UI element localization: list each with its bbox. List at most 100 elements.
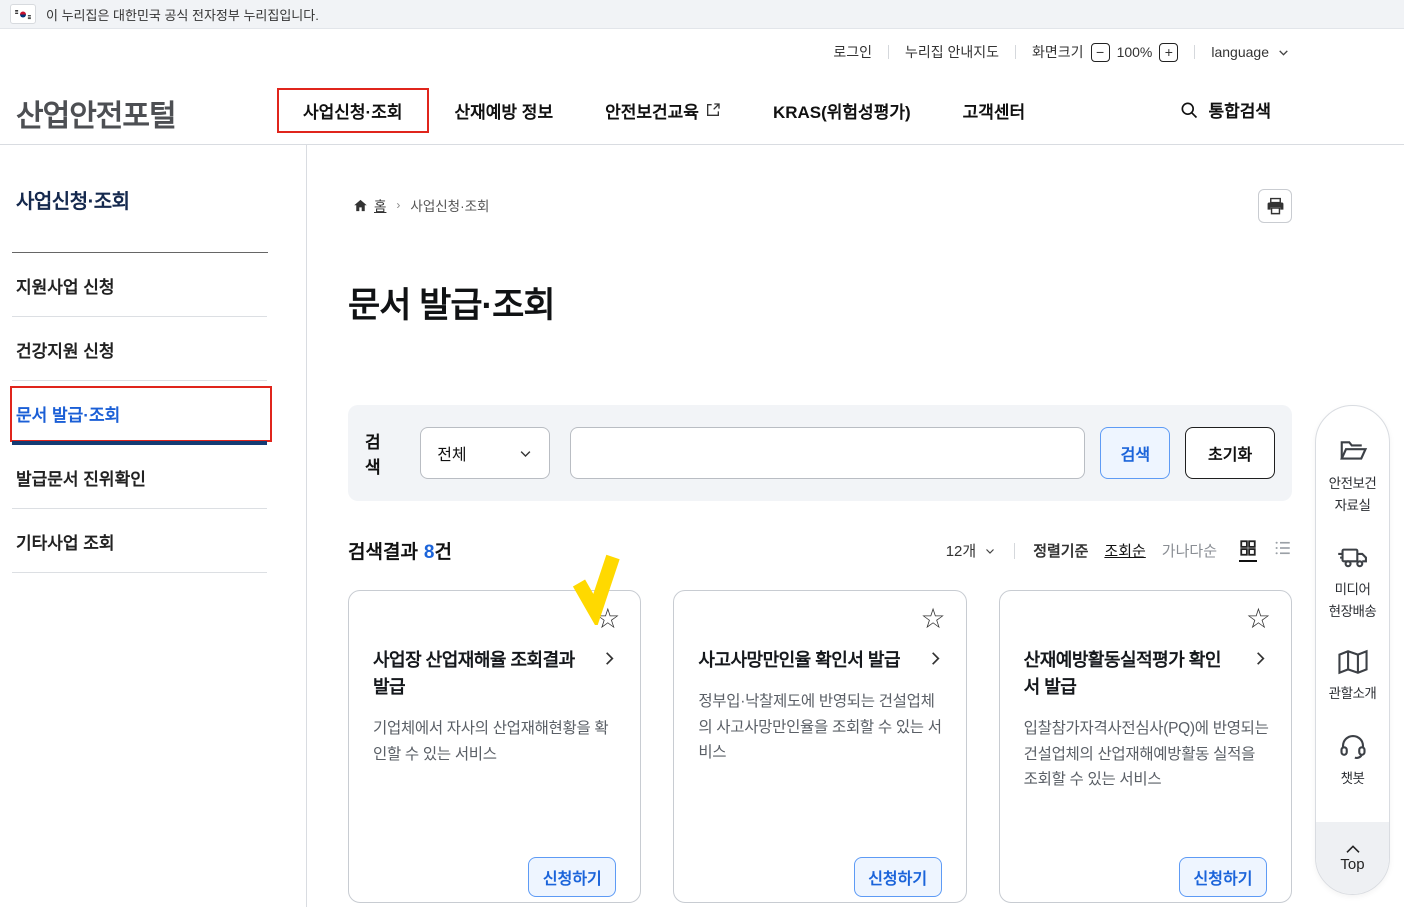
quick-menu-item-jurisdiction[interactable]: 관할소개 bbox=[1329, 648, 1377, 705]
list-view-button[interactable] bbox=[1274, 539, 1292, 562]
search-filter-value: 전체 bbox=[437, 441, 466, 465]
sidebar-item-document-issue[interactable]: 문서 발급·조회 bbox=[0, 381, 306, 445]
nav-safety-education[interactable]: 안전보건교육 bbox=[579, 88, 747, 133]
sidebar-item-other-business[interactable]: 기타사업 조회 bbox=[0, 509, 306, 573]
map-icon bbox=[1337, 648, 1369, 676]
grid-view-button[interactable] bbox=[1239, 539, 1257, 562]
sidebar-item-label: 발급문서 진위확인 bbox=[16, 465, 146, 490]
login-link[interactable]: 로그인 bbox=[817, 42, 888, 62]
card-title-link[interactable]: 산재예방활동실적평가 확인서 발급 bbox=[1024, 647, 1269, 701]
nav-label: 사업신청·조회 bbox=[303, 98, 403, 123]
results-count: 검색결과 8건 bbox=[348, 537, 452, 564]
gov-banner-text: 이 누리집은 대한민국 공식 전자정부 누리집입니다. bbox=[46, 5, 319, 24]
card-accident-rate: ☆ 사업장 산업재해율 조회결과 발급 기업체에서 자사의 산업재해현황을 확인… bbox=[348, 590, 641, 903]
apply-button[interactable]: 신청하기 bbox=[854, 857, 942, 897]
card-description: 정부입·낙찰제도에 반영되는 건설업체의 사고사망만인율을 조회할 수 있는 서… bbox=[698, 689, 943, 766]
printer-icon bbox=[1266, 197, 1285, 216]
search-panel: 검색 전체 검색 초기화 bbox=[348, 405, 1292, 501]
page-title: 문서 발급·조회 bbox=[348, 277, 555, 328]
favorite-star-icon[interactable]: ☆ bbox=[1246, 605, 1271, 633]
screen-size-control: 화면크기 − 100% + bbox=[1016, 42, 1194, 62]
sort-label: 정렬기준 bbox=[1033, 540, 1088, 561]
breadcrumb-current: 사업신청·조회 bbox=[410, 195, 489, 215]
language-label: language bbox=[1211, 44, 1269, 60]
view-controls: 12개 정렬기준 조회순 가나다순 bbox=[946, 539, 1292, 562]
zoom-in-button[interactable]: + bbox=[1159, 43, 1178, 62]
chevron-right-icon bbox=[927, 650, 944, 667]
sidebar-item-label: 건강지원 신청 bbox=[16, 337, 115, 362]
card-title-link[interactable]: 사업장 산업재해율 조회결과 발급 bbox=[373, 647, 618, 701]
zoom-out-button[interactable]: − bbox=[1091, 43, 1110, 62]
sidebar: 사업신청·조회 지원사업 신청 건강지원 신청 문서 발급·조회 발급문서 진위… bbox=[0, 145, 307, 907]
search-button[interactable]: 검색 bbox=[1100, 427, 1170, 479]
grid-view-icon bbox=[1239, 539, 1257, 557]
results-count-suffix: 건 bbox=[435, 542, 452, 563]
sitemap-link[interactable]: 누리집 안내지도 bbox=[889, 42, 1015, 62]
quick-menu-item-media-delivery[interactable]: 미디어현장배송 bbox=[1329, 542, 1377, 622]
total-search-label: 통합검색 bbox=[1208, 97, 1271, 122]
quick-menu-label: 미디어현장배송 bbox=[1329, 579, 1377, 622]
quick-menu-label: 관할소개 bbox=[1329, 683, 1377, 705]
quick-menu-item-chatbot[interactable]: 챗봇 bbox=[1338, 731, 1368, 790]
sidebar-item-label: 지원사업 신청 bbox=[16, 273, 115, 298]
results-count-number: 8 bbox=[424, 542, 435, 563]
nav-label: 산재예방 정보 bbox=[455, 98, 554, 123]
nav-accident-prevention[interactable]: 산재예방 정보 bbox=[429, 88, 580, 133]
card-title: 산재예방활동실적평가 확인서 발급 bbox=[1024, 647, 1236, 701]
language-dropdown[interactable]: language bbox=[1195, 44, 1290, 60]
results-count-prefix: 검색결과 bbox=[348, 542, 418, 563]
sidebar-item-document-verify[interactable]: 발급문서 진위확인 bbox=[0, 445, 306, 509]
card-fatality-rate: ☆ 사고사망만인율 확인서 발급 정부입·낙찰제도에 반영되는 건설업체의 사고… bbox=[673, 590, 966, 903]
favorite-star-icon[interactable]: ☆ bbox=[595, 605, 620, 633]
sidebar-item-label: 문서 발급·조회 bbox=[16, 401, 120, 426]
nav-label: 고객센터 bbox=[963, 98, 1026, 123]
korea-flag-icon bbox=[10, 4, 36, 24]
nav-business-apply[interactable]: 사업신청·조회 bbox=[277, 88, 429, 133]
quick-menu-item-library[interactable]: 안전보건자료실 bbox=[1329, 436, 1377, 516]
reset-button[interactable]: 초기화 bbox=[1185, 427, 1275, 479]
chevron-up-icon bbox=[1345, 844, 1361, 854]
search-filter-select[interactable]: 전체 bbox=[420, 427, 550, 479]
site-logo[interactable]: 산업안전포털 bbox=[16, 91, 176, 135]
quick-menu-label: 챗봇 bbox=[1341, 768, 1365, 790]
quick-menu: 안전보건자료실 미디어현장배송 관할소개 챗봇 bbox=[1315, 405, 1390, 895]
nav-kras[interactable]: KRAS(위험성평가) bbox=[747, 88, 937, 133]
folder-icon bbox=[1338, 436, 1368, 466]
apply-button[interactable]: 신청하기 bbox=[528, 857, 616, 897]
quick-menu-label: 안전보건자료실 bbox=[1329, 473, 1377, 516]
nav-customer-center[interactable]: 고객센터 bbox=[937, 88, 1052, 133]
breadcrumb-home[interactable]: 홈 bbox=[353, 195, 386, 215]
divider bbox=[1014, 543, 1015, 559]
nav-label: KRAS(위험성평가) bbox=[773, 98, 911, 123]
favorite-star-icon[interactable]: ☆ bbox=[921, 605, 946, 633]
gov-banner: 이 누리집은 대한민국 공식 전자정부 누리집입니다. bbox=[0, 0, 1404, 29]
sort-by-name[interactable]: 가나다순 bbox=[1162, 540, 1217, 561]
print-button[interactable] bbox=[1258, 189, 1292, 223]
chevron-down-icon bbox=[1277, 46, 1290, 59]
sort-by-views[interactable]: 조회순 bbox=[1104, 540, 1145, 561]
nav-label: 안전보건교육 bbox=[605, 98, 699, 123]
card-title: 사고사망만인율 확인서 발급 bbox=[698, 647, 910, 674]
search-icon bbox=[1179, 100, 1199, 120]
service-card-grid: ☆ 사업장 산업재해율 조회결과 발급 기업체에서 자사의 산업재해현황을 확인… bbox=[348, 590, 1292, 903]
search-label: 검색 bbox=[365, 428, 396, 478]
apply-button[interactable]: 신청하기 bbox=[1179, 857, 1267, 897]
truck-icon bbox=[1337, 542, 1369, 572]
sidebar-item-health-support[interactable]: 건강지원 신청 bbox=[0, 317, 306, 381]
chevron-right-icon: › bbox=[396, 198, 400, 212]
page-size-dropdown[interactable]: 12개 bbox=[946, 540, 997, 561]
search-input[interactable] bbox=[570, 427, 1086, 479]
chevron-right-icon bbox=[601, 650, 618, 667]
card-description: 입찰참가자격사전심사(PQ)에 반영되는 건설업체의 산업재해예방활동 실적을 … bbox=[1024, 716, 1269, 793]
card-title-link[interactable]: 사고사망만인율 확인서 발급 bbox=[698, 647, 943, 674]
scroll-to-top-button[interactable]: Top bbox=[1316, 822, 1389, 894]
card-title: 사업장 산업재해율 조회결과 발급 bbox=[373, 647, 585, 701]
external-link-icon bbox=[705, 102, 721, 118]
total-search-button[interactable]: 통합검색 bbox=[1179, 97, 1271, 122]
results-header: 검색결과 8건 12개 정렬기준 조회순 가나다순 bbox=[348, 537, 1292, 564]
sidebar-item-support-apply[interactable]: 지원사업 신청 bbox=[0, 253, 306, 317]
breadcrumb-home-label: 홈 bbox=[374, 195, 386, 215]
sidebar-menu: 지원사업 신청 건강지원 신청 문서 발급·조회 발급문서 진위확인 기타사업 … bbox=[0, 253, 306, 573]
main-nav: 사업신청·조회 산재예방 정보 안전보건교육 KRAS(위험성평가) 고객센터 bbox=[277, 75, 1051, 145]
layout-toggle bbox=[1239, 539, 1292, 562]
